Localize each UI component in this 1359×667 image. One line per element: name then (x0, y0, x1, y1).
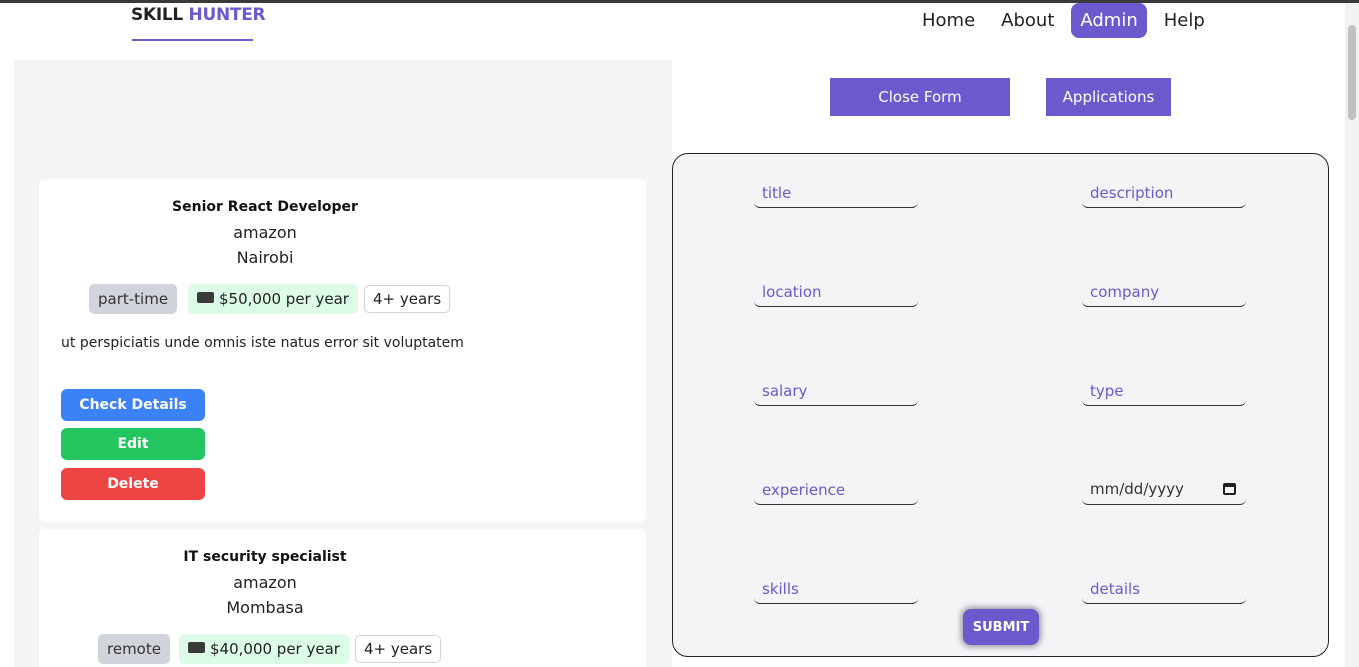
job-description: ut perspiciatis unde omnis iste natus er… (61, 335, 464, 351)
logo-text-hunter: HUNTER (188, 5, 266, 25)
logo-text-skill: SKILL (131, 5, 183, 25)
job-location: Mombasa (226, 598, 304, 617)
nav-about[interactable]: About (992, 3, 1063, 38)
money-icon (188, 642, 205, 653)
description-field[interactable] (1082, 178, 1246, 208)
close-form-button[interactable]: Close Form (830, 78, 1010, 116)
salary-badge: $50,000 per year (188, 284, 358, 314)
skills-field[interactable] (754, 574, 918, 604)
main-nav: Home About Admin Help (913, 3, 1222, 38)
date-placeholder: mm/dd/yyyy (1090, 480, 1184, 498)
job-type-badge: part-time (89, 284, 178, 314)
salary-text: $50,000 per year (219, 290, 349, 308)
job-card: IT security specialist amazon Mombasa re… (39, 529, 646, 667)
company-field[interactable] (1082, 277, 1246, 307)
job-title: Senior React Developer (172, 199, 358, 215)
applications-button[interactable]: Applications (1046, 78, 1171, 116)
submit-button[interactable]: SUBMIT (963, 609, 1039, 645)
job-company: amazon (233, 223, 297, 242)
site-logo[interactable]: SKILL HUNTER (131, 5, 266, 25)
job-form: mm/dd/yyyy SUBMIT (672, 153, 1329, 657)
details-field[interactable] (1082, 574, 1246, 604)
money-icon (197, 292, 214, 303)
experience-field[interactable] (754, 475, 918, 505)
logo-underline (132, 39, 253, 41)
job-location: Nairobi (236, 248, 294, 267)
title-field[interactable] (754, 178, 918, 208)
location-field[interactable] (754, 277, 918, 307)
experience-badge: 4+ years (364, 285, 451, 313)
nav-home[interactable]: Home (913, 3, 984, 38)
check-details-button[interactable]: Check Details (61, 389, 205, 421)
job-title: IT security specialist (183, 549, 347, 565)
job-company: amazon (233, 573, 297, 592)
job-card: Senior React Developer amazon Nairobi pa… (39, 179, 646, 522)
nav-help[interactable]: Help (1155, 3, 1214, 38)
salary-field[interactable] (754, 376, 918, 406)
job-list-panel: Senior React Developer amazon Nairobi pa… (14, 60, 672, 667)
experience-badge: 4+ years (355, 635, 442, 663)
edit-button[interactable]: Edit (61, 428, 205, 460)
delete-button[interactable]: Delete (61, 468, 205, 500)
job-type-badge: remote (98, 634, 170, 664)
salary-badge: $40,000 per year (179, 634, 349, 664)
calendar-icon[interactable] (1223, 483, 1236, 495)
scrollbar-thumb[interactable] (1348, 25, 1356, 120)
type-field[interactable] (1082, 376, 1246, 406)
salary-text: $40,000 per year (210, 640, 340, 658)
date-field[interactable]: mm/dd/yyyy (1082, 475, 1246, 505)
nav-admin[interactable]: Admin (1071, 3, 1147, 38)
page-scrollbar[interactable] (1345, 3, 1359, 667)
